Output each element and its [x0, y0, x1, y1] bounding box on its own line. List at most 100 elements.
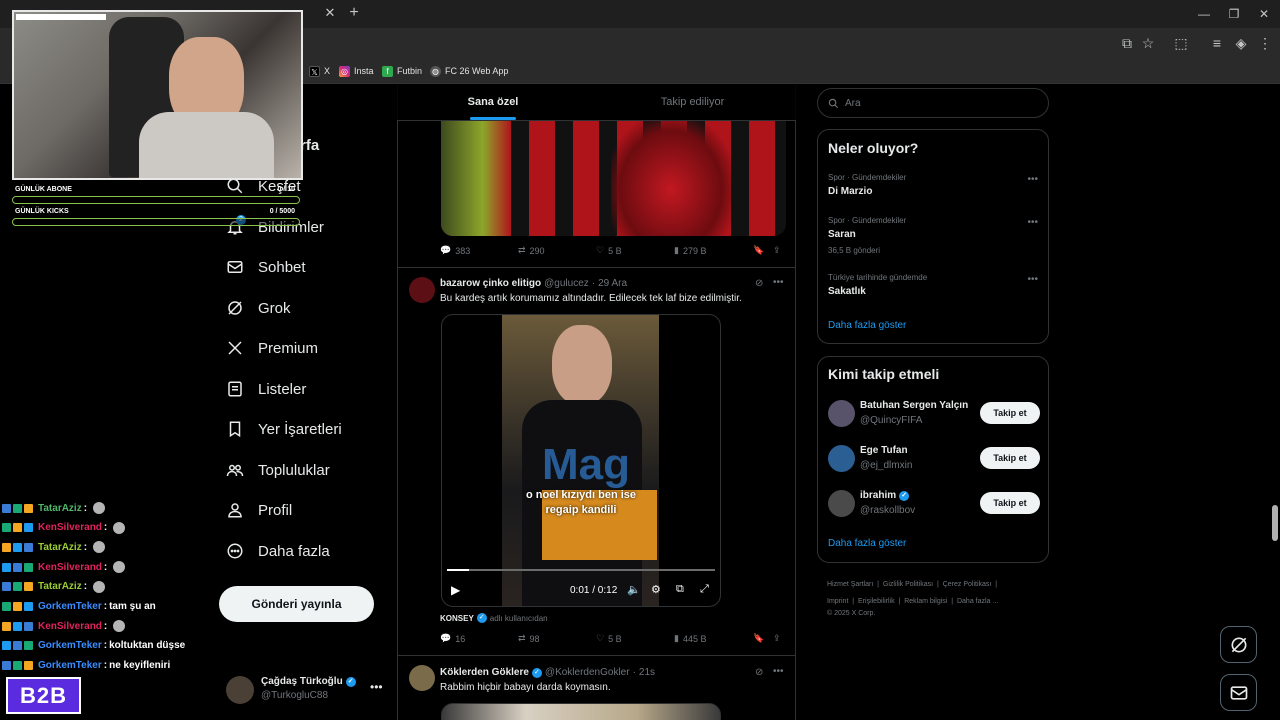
nav-more[interactable]: Daha fazla [226, 533, 330, 569]
share-button[interactable]: ⇪ [773, 245, 781, 256]
restore-icon[interactable]: ❐ [1226, 6, 1242, 22]
nav-premium[interactable]: Premium [226, 330, 318, 366]
nav-bookmarks[interactable]: Yer İşaretleri [226, 411, 342, 447]
nav-communities[interactable]: Topluluklar [226, 452, 330, 488]
retweet-icon: ⇄ [518, 245, 526, 255]
footer-link[interactable]: Reklam bilgisi [904, 598, 947, 605]
tweet-video[interactable]: Mag o noel kızıydı ben ise regaip kandil… [441, 314, 721, 607]
tweet-handle[interactable]: @KoklerdenGokler [545, 667, 630, 678]
bookmark-button[interactable]: 🔖 [753, 633, 764, 644]
show-more-link[interactable]: Daha fazla göster [828, 320, 906, 331]
retweet-button[interactable]: ⇄ 98 [518, 633, 540, 644]
follow-handle: @ej_dlmxin [860, 460, 913, 471]
grok-icon[interactable]: ⊘ [755, 667, 763, 678]
window-close-icon[interactable]: ✕ [1256, 6, 1272, 22]
browser-menu-icon[interactable]: ⋮ [1256, 34, 1274, 52]
account-more-icon[interactable]: ••• [370, 680, 383, 694]
tweet-author[interactable]: bazarow çinko elitigo [440, 278, 541, 289]
trend-name[interactable]: Sakatlık [828, 286, 866, 297]
tweet-date[interactable]: 29 Ara [598, 278, 627, 289]
share-button[interactable]: ⇪ [773, 633, 781, 644]
like-button[interactable]: ♡ 5 B [596, 245, 622, 256]
footer-link[interactable]: Daha fazla ... [957, 598, 998, 605]
tab-for-you[interactable]: Sana özel [397, 85, 589, 121]
new-tab-icon[interactable]: + [346, 5, 362, 21]
chat-separator: : [83, 541, 88, 553]
install-app-icon[interactable]: ⧉ [1118, 34, 1136, 52]
page-scrollbar-thumb[interactable] [1272, 505, 1278, 541]
search-placeholder: Ara [845, 97, 861, 109]
views-button[interactable]: ▮ 279 B [674, 245, 706, 256]
chat-badge-icon [13, 602, 22, 611]
reply-button[interactable]: 💬 383 [440, 245, 470, 256]
account-switcher[interactable]: Çağdaş Türkoğlu ✓ @TurkogluC88 ••• [226, 672, 386, 708]
follow-name[interactable]: Batuhan Sergen Yalçın [860, 400, 968, 411]
minimize-icon[interactable]: — [1196, 6, 1212, 22]
bookmark-button[interactable]: 🔖 [753, 245, 764, 256]
trend-name[interactable]: Di Marzio [828, 186, 872, 197]
pip-icon[interactable]: ⧉ [676, 583, 684, 596]
video-source[interactable]: KONSEY ✓ adlı kullanıcıdan [440, 613, 548, 623]
trend-more-icon[interactable]: ••• [1027, 274, 1038, 285]
tab-close-icon[interactable]: ✕ [323, 6, 337, 20]
follow-button[interactable]: Takip et [980, 492, 1040, 514]
show-more-link[interactable]: Daha fazla göster [828, 538, 906, 549]
bookmark-insta[interactable]: ◎ Insta [339, 64, 374, 78]
avatar[interactable] [409, 665, 435, 691]
tweet-media-image[interactable] [441, 703, 721, 720]
avatar[interactable] [409, 277, 435, 303]
footer-link[interactable]: Hizmet Şartları [827, 581, 873, 588]
footer-link[interactable]: Çerez Politikası [943, 581, 992, 588]
play-icon[interactable]: ▶ [451, 583, 460, 597]
footer-link[interactable]: Gizlilik Politikası [883, 581, 933, 588]
tweet-date[interactable]: 21s [639, 667, 655, 678]
video-scrubber[interactable] [447, 569, 715, 571]
follow-button[interactable]: Takip et [980, 402, 1040, 424]
footer-link[interactable]: Imprint [827, 598, 848, 605]
avatar[interactable] [828, 445, 855, 472]
extensions-icon[interactable]: ⬚ [1172, 34, 1190, 52]
search-input[interactable]: Ara [817, 88, 1049, 118]
reply-button[interactable]: 💬 16 [440, 633, 465, 644]
bookmark-futbin[interactable]: f Futbin [382, 64, 422, 78]
grok-icon[interactable]: ⊘ [755, 278, 763, 289]
tweet-media-image[interactable] [441, 120, 786, 236]
nav-label: Topluluklar [258, 461, 330, 479]
footer-link[interactable]: Erişilebilirlik [858, 598, 895, 605]
avatar[interactable] [828, 400, 855, 427]
nav-messages[interactable]: Sohbet [226, 249, 306, 285]
more-icon[interactable]: ••• [773, 277, 784, 288]
tweet-author[interactable]: Köklerden Göklere [440, 667, 529, 678]
chat-emote-icon [113, 561, 126, 574]
like-button[interactable]: ♡ 5 B [596, 633, 622, 644]
nav-lists[interactable]: Listeler [226, 371, 306, 407]
follow-name[interactable]: Ege Tufan [860, 445, 908, 456]
avatar[interactable] [828, 490, 855, 517]
trend-more-icon[interactable]: ••• [1027, 174, 1038, 185]
post-button[interactable]: Gönderi yayınla [219, 586, 374, 622]
reply-icon: 💬 [440, 633, 452, 643]
settings-icon[interactable]: ⚙ [651, 583, 661, 596]
vpn-shield-icon[interactable]: ◈ [1232, 34, 1250, 52]
grok-fab[interactable] [1220, 626, 1257, 663]
media-control-icon[interactable]: ≡ [1208, 34, 1226, 52]
nav-grok[interactable]: Grok [226, 290, 291, 326]
fullscreen-icon[interactable]: ⤢ [700, 583, 709, 596]
chat-badge-icon [2, 562, 11, 572]
nav-profile[interactable]: Profil [226, 492, 292, 528]
bookmark-fc26[interactable]: ◍ FC 26 Web App [430, 64, 508, 78]
views-button[interactable]: ▮ 445 B [674, 633, 706, 644]
nav-label: Premium [258, 339, 319, 357]
more-icon[interactable]: ••• [773, 666, 784, 677]
retweet-button[interactable]: ⇄ 290 [518, 245, 545, 256]
trend-name[interactable]: Saran [828, 229, 856, 240]
tab-following[interactable]: Takip ediliyor [589, 85, 796, 121]
messages-fab[interactable] [1220, 674, 1257, 711]
bookmark-star-icon[interactable]: ☆ [1139, 34, 1157, 52]
bookmark-x[interactable]: 𝕏 X [309, 64, 330, 78]
volume-icon[interactable]: 🔈 [627, 583, 641, 596]
trend-more-icon[interactable]: ••• [1027, 217, 1038, 228]
follow-name[interactable]: ibrahim ✓ [860, 490, 910, 501]
tweet-handle[interactable]: @gulucez [544, 278, 589, 289]
follow-button[interactable]: Takip et [980, 447, 1040, 469]
